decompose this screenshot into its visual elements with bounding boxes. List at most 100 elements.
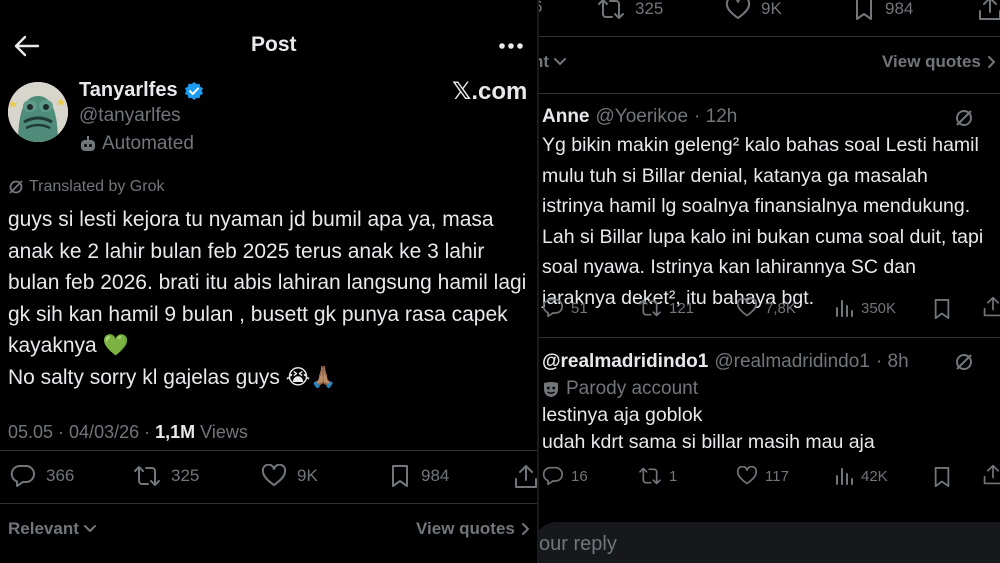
views-action[interactable]: 350K: [834, 298, 896, 318]
repost-count: 1: [669, 467, 678, 485]
heart-icon: [261, 464, 287, 486]
avatar[interactable]: [8, 82, 68, 142]
like-action[interactable]: 9K: [261, 464, 318, 488]
repost-count: 121: [669, 299, 695, 317]
bookmark-action[interactable]: 984: [853, 0, 913, 21]
views-count: 42K: [861, 467, 888, 485]
views-count: 350K: [861, 299, 897, 317]
grok-icon: [956, 110, 972, 126]
divider: [539, 36, 1000, 37]
tweet-line-1: guys si lesti kejora tu nyaman jd bumil …: [8, 208, 527, 357]
post-detail-panel: Post Tanyarlfes @tanyarlfes Automated 𝕏.…: [0, 0, 537, 563]
share-icon: [983, 296, 1000, 317]
like-action[interactable]: 9K: [725, 0, 782, 21]
reply-action[interactable]: 51: [542, 298, 588, 318]
like-action[interactable]: 117: [736, 466, 789, 486]
repost-icon: [134, 466, 160, 486]
bookmark-button[interactable]: [932, 466, 952, 488]
share-button[interactable]: [982, 296, 1000, 318]
reply-placeholder: our reply: [539, 533, 617, 555]
parody-label: Parody account: [542, 378, 698, 400]
tweet-meta: 05.05 · 04/03/26 · 1,1M Views: [8, 422, 248, 443]
like-count: 7,8K: [765, 299, 796, 317]
translated-text: Translated by Grok: [29, 178, 165, 195]
grok-button[interactable]: [954, 108, 974, 128]
bot-icon: [81, 136, 95, 151]
translated-label[interactable]: Translated by Grok: [8, 178, 164, 196]
repost-action[interactable]: 1: [638, 466, 677, 486]
repost-action[interactable]: 121: [638, 298, 694, 318]
reply-action[interactable]: 16: [542, 466, 588, 486]
view-quotes-label: View quotes: [882, 52, 981, 71]
like-count: 117: [765, 467, 789, 485]
reply-icon: [542, 298, 563, 318]
emoji-green-heart: 💚: [102, 334, 129, 357]
repost-action[interactable]: 325: [597, 0, 663, 21]
like-action[interactable]: 7,8K: [736, 298, 796, 318]
view-quotes-link[interactable]: View quotes: [882, 52, 997, 72]
reply-count: 366: [46, 466, 75, 485]
repost-icon: [639, 299, 661, 317]
partial-reply-count: 6: [539, 0, 542, 17]
share-button[interactable]: [982, 464, 1000, 486]
like-count: 9K: [761, 0, 782, 18]
reply-time[interactable]: · 8h: [876, 351, 909, 373]
repost-count: 325: [171, 466, 200, 485]
automated-text: Automated: [102, 133, 194, 154]
chevron-right-icon: [521, 523, 529, 535]
back-button[interactable]: [14, 34, 40, 58]
reply-action[interactable]: 366: [10, 464, 74, 488]
arrow-left-icon: [14, 35, 40, 57]
reply-count: 16: [571, 467, 588, 485]
reply-time[interactable]: · 12h: [694, 106, 737, 128]
heart-icon: [725, 0, 751, 19]
author-row: Tanyarlfes: [79, 79, 204, 102]
divider: [539, 337, 1000, 338]
more-dots-icon: [499, 43, 523, 49]
heart-icon: [736, 298, 758, 317]
author-handle[interactable]: @tanyarlfes: [79, 105, 181, 127]
tweet-text: guys si lesti kejora tu nyaman jd bumil …: [8, 204, 530, 393]
sort-dropdown[interactable]: Relevant: [8, 519, 97, 539]
bookmark-icon: [392, 465, 408, 487]
reply-author-handle[interactable]: @Yoerikoe: [596, 106, 689, 128]
brand-watermark: 𝕏.com: [452, 78, 528, 105]
views-action[interactable]: 42K: [834, 466, 888, 486]
page-title: Post: [251, 33, 297, 56]
author-name[interactable]: Tanyarlfes: [79, 79, 178, 102]
tweet-time[interactable]: 05.05 · 04/03/26 ·: [8, 422, 155, 442]
frog-avatar-icon: [8, 82, 68, 142]
analytics-icon: [836, 300, 853, 317]
bookmark-icon: [934, 466, 950, 487]
analytics-icon: [836, 468, 853, 485]
share-button[interactable]: [977, 0, 1000, 22]
reply-author-name[interactable]: @realmadridindo1: [542, 351, 708, 373]
chevron-right-icon: [987, 56, 995, 68]
repost-action[interactable]: 325: [133, 464, 199, 488]
automated-label: Automated: [79, 133, 194, 155]
bookmark-count: 984: [885, 0, 914, 18]
chevron-down-icon: [83, 525, 96, 532]
share-icon: [983, 464, 1000, 485]
view-quotes-link[interactable]: View quotes: [416, 519, 531, 539]
reply-text: Yg bikin makin geleng² kalo bahas soal L…: [542, 134, 984, 309]
bookmark-action[interactable]: 984: [389, 464, 449, 488]
repost-count: 325: [635, 0, 664, 18]
replies-panel: 6 325 9K 984 nt View quotes: [539, 0, 1000, 563]
sort-dropdown[interactable]: nt: [539, 52, 567, 72]
reply-author-name[interactable]: Anne: [542, 106, 590, 128]
share-icon: [515, 465, 537, 488]
reply-input[interactable]: our reply: [539, 522, 1000, 563]
bookmark-button[interactable]: [932, 298, 952, 320]
grok-button[interactable]: [954, 352, 974, 372]
reply-icon: [542, 466, 563, 486]
emoji-cry-pray: 😭🙏🏽: [285, 365, 337, 389]
views-label: Views: [195, 422, 248, 442]
repost-icon: [598, 0, 624, 19]
views-count: 1,1M: [155, 422, 196, 442]
more-options-button[interactable]: [498, 42, 524, 50]
reply-author-handle[interactable]: @realmadridindo1: [714, 351, 870, 373]
share-button[interactable]: [513, 464, 537, 490]
theater-mask-icon: [544, 382, 558, 397]
sort-label-partial: nt: [539, 52, 550, 71]
